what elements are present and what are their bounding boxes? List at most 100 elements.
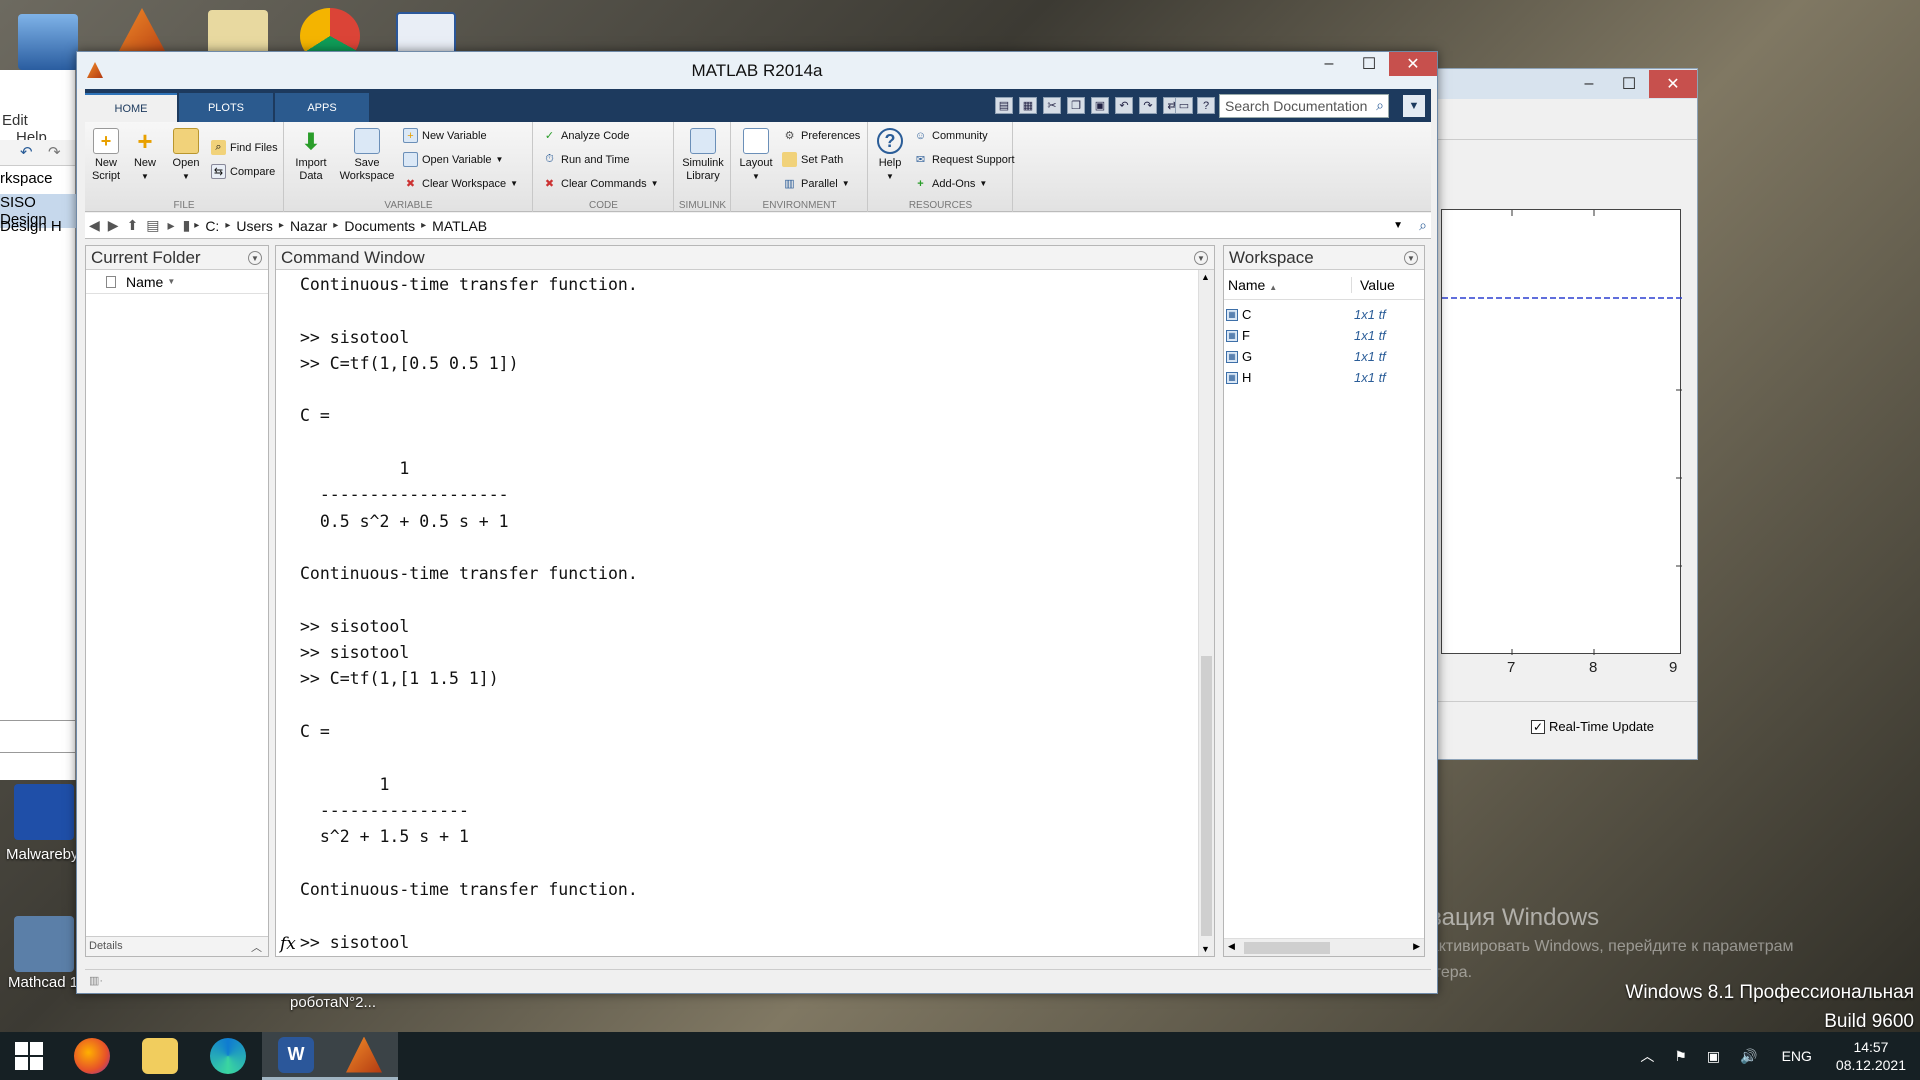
new-button[interactable]: + New ▼: [129, 128, 161, 183]
new-script-button[interactable]: + New Script: [89, 128, 123, 183]
compare-button[interactable]: ⇆ Compare: [211, 164, 275, 179]
import-data-button[interactable]: ⬇ Import Data: [291, 128, 331, 183]
hscrollbar-thumb[interactable]: [1244, 942, 1330, 954]
chevron-up-icon[interactable]: ︿: [251, 939, 262, 955]
computer-icon[interactable]: [18, 14, 78, 70]
simulink-library-button[interactable]: Simulink Library: [679, 128, 727, 183]
set-path-button[interactable]: Set Path: [782, 152, 843, 167]
quick-access-window-icon[interactable]: ▭: [1175, 97, 1193, 114]
community-button[interactable]: ☺ Community: [913, 128, 988, 143]
action-center-flag-icon[interactable]: ⚑: [1674, 1048, 1687, 1065]
command-window-scrollbar[interactable]: ▲ ▼: [1198, 270, 1214, 956]
scroll-left-icon[interactable]: ◀: [1228, 941, 1235, 952]
back-arrow-icon[interactable]: ◀: [89, 217, 100, 234]
clear-workspace-button[interactable]: ✖ Clear Workspace ▼: [403, 176, 518, 191]
malwarebytes-icon[interactable]: [14, 784, 74, 840]
taskbar-matlab[interactable]: [330, 1032, 398, 1080]
quick-access-cut-icon[interactable]: ✂: [1043, 97, 1061, 114]
workspace-name-column[interactable]: Name ▲: [1224, 276, 1352, 293]
details-bar[interactable]: Details ︿: [86, 936, 268, 956]
preferences-button[interactable]: ⚙ Preferences: [782, 128, 861, 143]
new-variable-button[interactable]: + New Variable: [403, 128, 487, 143]
panel-menu-icon[interactable]: ▼: [1404, 251, 1418, 265]
minimize-icon[interactable]: –: [1309, 52, 1349, 76]
start-button[interactable]: [0, 1032, 58, 1080]
scroll-down-icon[interactable]: ▼: [1201, 944, 1210, 954]
show-hidden-icons-icon[interactable]: ︿: [1640, 1046, 1654, 1066]
close-icon[interactable]: ✕: [1649, 70, 1697, 98]
taskbar-edge[interactable]: [194, 1032, 262, 1080]
current-folder-address-bar[interactable]: ◀ ▶ ⬆ ▤ ▸ ▮ ▸ C: ▸ Users ▸ Nazar ▸ Docum…: [85, 213, 1431, 239]
parallel-button[interactable]: ▥ Parallel ▼: [782, 176, 849, 191]
tab-plots[interactable]: PLOTS: [179, 93, 273, 122]
workspace-value-column[interactable]: Value: [1352, 277, 1395, 293]
quick-access-help-icon[interactable]: ?: [1197, 97, 1215, 114]
undo-icon[interactable]: ↶: [20, 143, 33, 161]
breadcrumb-users[interactable]: Users: [236, 218, 273, 234]
collapse-toolstrip-icon[interactable]: ▼: [1403, 95, 1425, 117]
open-button[interactable]: Open ▼: [169, 128, 203, 183]
left-item-design-h[interactable]: Design H: [0, 218, 62, 235]
forward-arrow-icon[interactable]: ▶: [108, 217, 119, 234]
current-folder-column-header[interactable]: Name ▼: [86, 270, 268, 294]
clock[interactable]: 14:57 08.12.2021: [1836, 1038, 1906, 1074]
quick-access-icon-1[interactable]: ▤: [995, 97, 1013, 114]
breadcrumb-nazar[interactable]: Nazar: [290, 218, 327, 234]
quick-access-undo-icon[interactable]: ↶: [1115, 97, 1133, 114]
quick-access-save-icon[interactable]: ▦: [1019, 97, 1037, 114]
save-workspace-button[interactable]: Save Workspace: [337, 128, 397, 183]
language-indicator[interactable]: ENG: [1782, 1048, 1812, 1064]
taskbar-firefox[interactable]: [58, 1032, 126, 1080]
volume-icon[interactable]: 🔊: [1740, 1048, 1757, 1065]
scrollbar-thumb[interactable]: [1201, 656, 1212, 936]
find-files-button[interactable]: ⌕ Find Files: [211, 140, 278, 155]
checkbox-checked-icon[interactable]: ✓: [1531, 719, 1545, 734]
quick-access-paste-icon[interactable]: ▣: [1091, 97, 1109, 114]
run-and-time-button[interactable]: ⏱ Run and Time: [542, 152, 629, 167]
close-icon[interactable]: ✕: [1389, 52, 1437, 76]
taskbar-word[interactable]: W: [262, 1032, 330, 1080]
up-folder-icon[interactable]: ⬆: [127, 217, 139, 234]
panel-menu-icon[interactable]: ▼: [248, 251, 262, 265]
maximize-icon[interactable]: ☐: [1609, 70, 1649, 98]
workspace-row[interactable]: ▦ C 1x1 tf: [1224, 304, 1424, 325]
analyze-code-button[interactable]: ✓ Analyze Code: [542, 128, 630, 143]
mathcad-icon[interactable]: [14, 916, 74, 972]
breadcrumb-c[interactable]: C:: [205, 218, 219, 234]
quick-access-copy-icon[interactable]: ❐: [1067, 97, 1085, 114]
redo-icon[interactable]: ↷: [48, 143, 61, 161]
clear-commands-button[interactable]: ✖ Clear Commands ▼: [542, 176, 659, 191]
panel-menu-icon[interactable]: ▼: [1194, 251, 1208, 265]
quick-access-redo-icon[interactable]: ↷: [1139, 97, 1157, 114]
command-window-panel[interactable]: Command Window ▼ Continuous-time transfe…: [275, 245, 1215, 957]
maximize-icon[interactable]: ☐: [1349, 52, 1389, 76]
scroll-right-icon[interactable]: ▶: [1413, 941, 1420, 952]
real-time-update-checkbox[interactable]: ✓ Real-Time Update: [1531, 719, 1654, 734]
network-icon[interactable]: ▣: [1707, 1048, 1720, 1065]
taskbar-explorer[interactable]: [126, 1032, 194, 1080]
command-prompt-line[interactable]: >> sisotool: [300, 930, 409, 956]
workspace-row[interactable]: ▦ F 1x1 tf: [1224, 325, 1424, 346]
workspace-row[interactable]: ▦ H 1x1 tf: [1224, 367, 1424, 388]
workspace-row[interactable]: ▦ G 1x1 tf: [1224, 346, 1424, 367]
scroll-up-icon[interactable]: ▲: [1201, 272, 1210, 282]
tab-apps[interactable]: APPS: [275, 93, 369, 122]
breadcrumb-documents[interactable]: Documents: [344, 218, 415, 234]
add-ons-button[interactable]: + Add-Ons ▼: [913, 176, 987, 191]
open-variable-button[interactable]: Open Variable ▼: [403, 152, 503, 167]
tab-home[interactable]: HOME: [85, 93, 177, 122]
workspace-hscrollbar[interactable]: ◀ ▶: [1224, 938, 1424, 956]
path-dropdown-icon[interactable]: ▼: [1393, 220, 1403, 231]
menu-edit[interactable]: Edit: [2, 112, 28, 129]
left-item-workspace[interactable]: rkspace: [0, 170, 53, 187]
layout-button[interactable]: Layout ▼: [736, 128, 776, 183]
step-response-plot[interactable]: [1441, 209, 1682, 655]
breadcrumb-matlab[interactable]: MATLAB: [432, 218, 487, 234]
request-support-button[interactable]: ✉ Request Support: [913, 152, 1015, 167]
help-button[interactable]: ? Help ▼: [873, 128, 907, 183]
search-documentation-input[interactable]: Search Documentation ⌕: [1219, 94, 1389, 118]
search-icon[interactable]: ⌕: [1376, 97, 1384, 114]
browse-folder-icon[interactable]: ▤: [146, 217, 159, 234]
fx-icon[interactable]: fx: [280, 934, 296, 954]
path-search-icon[interactable]: ⌕: [1419, 217, 1427, 234]
